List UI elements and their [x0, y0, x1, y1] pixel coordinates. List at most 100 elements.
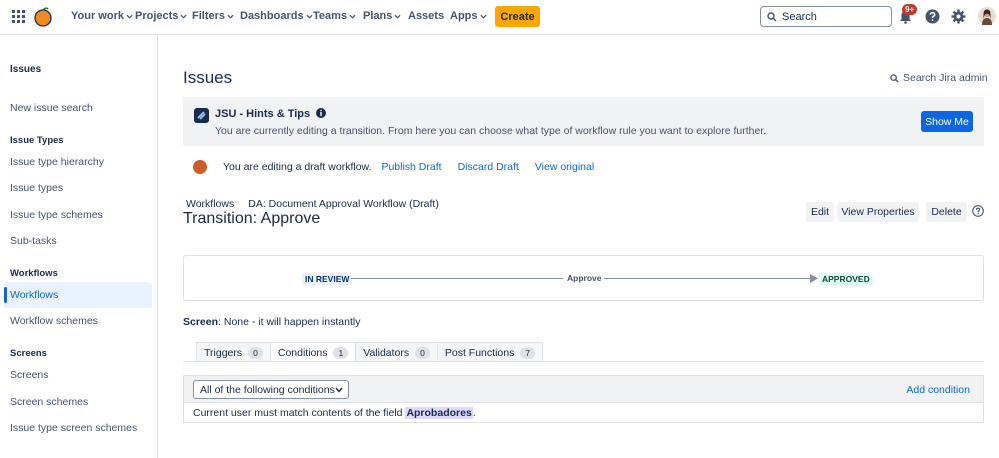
tab-count: 0	[415, 346, 430, 359]
sidebar-section-screens: Screens	[10, 348, 47, 359]
nav-label: Projects	[135, 10, 179, 22]
conditions-panel: All of the following conditions Add cond…	[183, 375, 984, 423]
view-properties-button[interactable]: View Properties	[837, 202, 919, 222]
edit-button[interactable]: Edit	[806, 202, 834, 222]
settings-gear-icon[interactable]	[951, 9, 966, 24]
info-icon[interactable]	[316, 108, 327, 118]
tab-count: 0	[248, 346, 263, 359]
diagram-line-right	[604, 278, 810, 279]
chevron-down-icon	[180, 14, 187, 19]
show-me-button[interactable]: Show Me	[921, 111, 973, 132]
chevron-down-icon	[227, 14, 234, 19]
discard-draft-link[interactable]: Discard Draft	[458, 161, 519, 173]
chevron-down-icon	[306, 14, 313, 19]
sidebar-section-workflows: Workflows	[10, 268, 58, 279]
nav-apps[interactable]: Apps	[450, 10, 487, 22]
chevron-down-icon	[349, 14, 356, 19]
nav-projects[interactable]: Projects	[135, 10, 187, 22]
tabs-divider	[183, 361, 984, 362]
help-icon[interactable]	[925, 9, 940, 24]
search-jira-admin-label: Search Jira admin	[903, 72, 988, 84]
sidebar-item-issue-type-schemes[interactable]: Issue type schemes	[10, 209, 103, 221]
hint-title: JSU - Hints & Tips	[215, 108, 327, 120]
search-placeholder: Search	[782, 10, 817, 23]
breadcrumb: Workflows DA: Document Approval Workflow …	[186, 198, 439, 210]
transition-title: Transition: Approve	[183, 210, 321, 227]
help-circle-icon[interactable]	[972, 205, 984, 217]
jsu-hints-panel: JSU - Hints & Tips You are currently edi…	[183, 97, 984, 146]
arrow-right-icon	[810, 274, 818, 283]
notification-count-badge: 9+	[902, 4, 918, 15]
screen-label: Screen	[183, 316, 219, 328]
search-icon	[890, 73, 899, 83]
add-condition-link[interactable]: Add condition	[906, 384, 970, 396]
nav-label: Assets	[408, 10, 445, 22]
nav-plans[interactable]: Plans	[363, 10, 401, 22]
search-input[interactable]: Search	[760, 6, 892, 27]
diagram-transition-label: Approve	[567, 273, 602, 283]
tab-count: 7	[520, 346, 536, 359]
sidebar-header: Issues	[10, 64, 42, 75]
condition-rule-text: Current user must match contents of the …	[193, 407, 403, 419]
site-logo-icon[interactable]	[33, 7, 53, 27]
sidebar-item-sub-tasks[interactable]: Sub-tasks	[10, 235, 57, 247]
nav-label: Filters	[192, 10, 226, 22]
nav-label: Your work	[71, 10, 124, 22]
tab-label: Conditions	[277, 346, 328, 359]
tab-conditions[interactable]: Conditions 1	[269, 342, 357, 362]
condition-group-select[interactable]: All of the following conditions	[193, 380, 349, 399]
jsu-logo-icon	[194, 108, 209, 123]
draft-status-icon	[193, 160, 207, 174]
nav-label: Dashboards	[240, 10, 304, 22]
app-switcher-icon[interactable]	[12, 10, 25, 23]
sidebar-item-issue-type-screen-schemes[interactable]: Issue type screen schemes	[10, 422, 137, 434]
nav-your-work[interactable]: Your work	[71, 10, 133, 22]
draft-workflow-bar: You are editing a draft workflow. Publis…	[193, 159, 610, 175]
condition-rule-end: .	[472, 407, 476, 419]
top-navigation: Your work Projects Filters Dashboards Te…	[0, 0, 999, 35]
tab-label: Triggers	[204, 346, 243, 359]
search-icon	[767, 11, 777, 21]
hint-title-text: JSU - Hints & Tips	[215, 108, 311, 120]
tab-label: Post Functions	[444, 346, 515, 359]
page-title: Issues	[183, 68, 233, 87]
condition-field-name: Aprobadores	[405, 407, 473, 419]
breadcrumb-workflows[interactable]: Workflows	[186, 198, 234, 210]
sidebar-item-workflow-schemes[interactable]: Workflow schemes	[10, 315, 98, 327]
diagram-line-left	[351, 278, 563, 279]
tab-validators[interactable]: Validators 0	[355, 342, 438, 362]
create-button[interactable]: Create	[495, 6, 540, 27]
screen-value: : None - it will happen instantly	[218, 316, 361, 328]
sidebar-item-issue-types[interactable]: Issue types	[10, 182, 63, 194]
sidebar-item-issue-type-hierarchy[interactable]: Issue type hierarchy	[10, 156, 104, 168]
sidebar-item-workflows[interactable]: Workflows	[10, 289, 58, 301]
publish-draft-link[interactable]: Publish Draft	[381, 161, 441, 173]
tab-post-functions[interactable]: Post Functions 7	[436, 342, 544, 362]
delete-button[interactable]: Delete	[926, 202, 967, 222]
chevron-down-icon	[126, 14, 133, 19]
sidebar-item-screen-schemes[interactable]: Screen schemes	[10, 396, 88, 408]
view-original-link[interactable]: View original	[535, 161, 594, 173]
condition-rule[interactable]: Current user must match contents of the …	[193, 407, 476, 419]
sidebar-section-issue-types: Issue Types	[10, 135, 64, 146]
to-status-lozenge: APPROVED	[819, 273, 873, 285]
transition-diagram: IN REVIEW Approve APPROVED	[183, 255, 984, 301]
transition-tabs: Triggers 0 Conditions 1 Validators 0 Post F…	[196, 342, 544, 362]
sidebar-item-screens[interactable]: Screens	[10, 369, 49, 381]
tab-count: 1	[333, 346, 349, 359]
nav-dashboards[interactable]: Dashboards	[240, 10, 313, 22]
chevron-down-icon	[335, 387, 343, 393]
breadcrumb-current[interactable]: DA: Document Approval Workflow (Draft)	[248, 198, 439, 210]
tab-triggers[interactable]: Triggers 0	[196, 342, 271, 362]
nav-filters[interactable]: Filters	[192, 10, 234, 22]
user-avatar[interactable]	[978, 7, 996, 25]
nav-assets[interactable]: Assets	[408, 10, 444, 22]
conditions-header: All of the following conditions Add cond…	[184, 376, 983, 403]
screen-info: Screen: None - it will happen instantly	[183, 316, 360, 328]
nav-teams[interactable]: Teams	[313, 10, 356, 22]
chevron-down-icon	[479, 14, 487, 19]
sidebar-item-new-issue-search[interactable]: New issue search	[10, 102, 93, 114]
hint-text: You are currently editing a transition. …	[215, 125, 767, 137]
sidebar-active-indicator	[4, 287, 7, 303]
search-jira-admin-link[interactable]: Search Jira admin	[890, 72, 988, 84]
